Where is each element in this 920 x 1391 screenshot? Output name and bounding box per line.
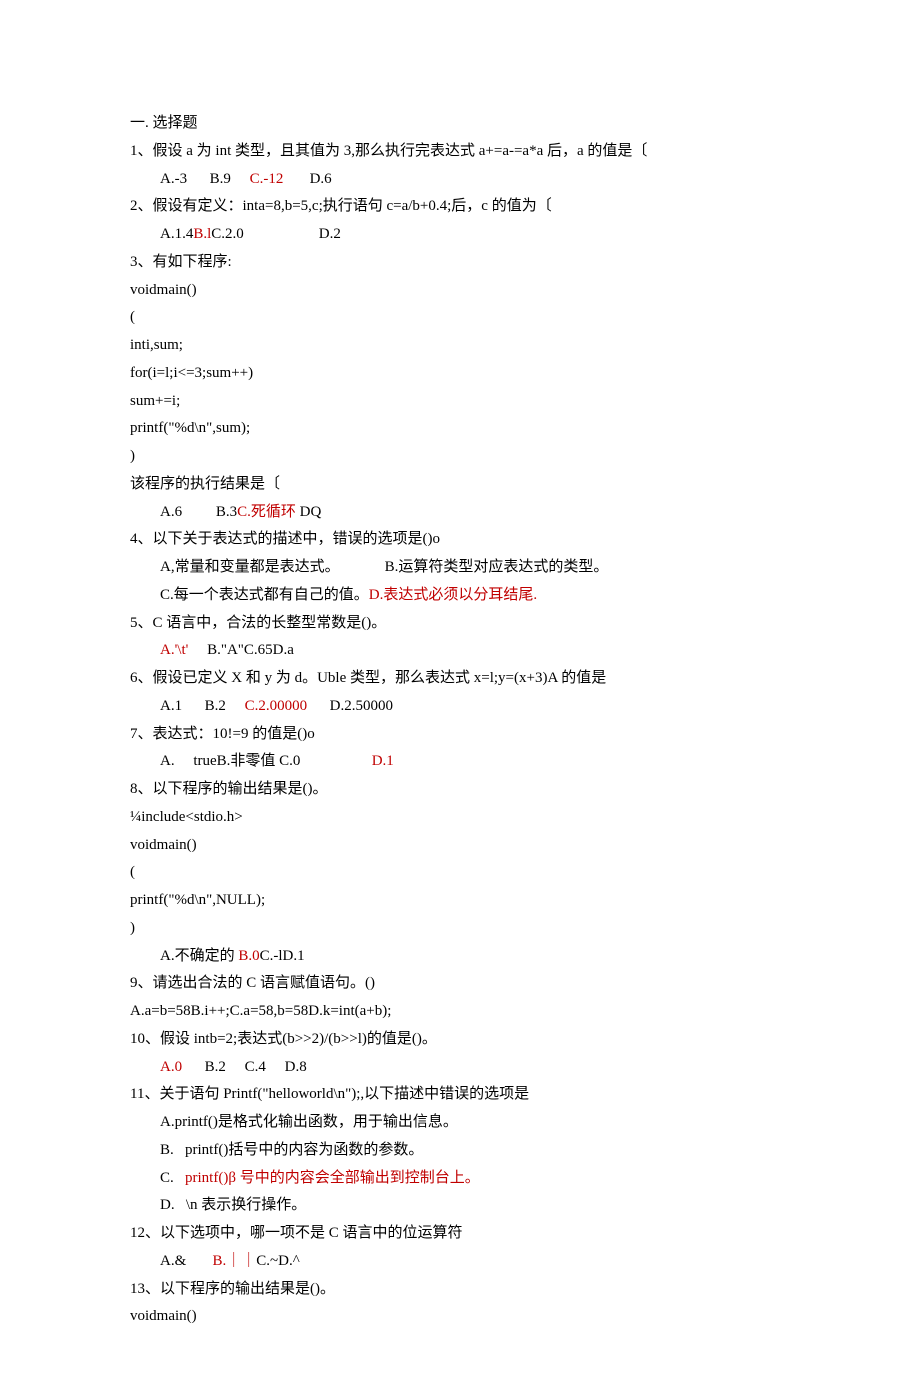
q3-code-line: voidmain(): [130, 277, 790, 305]
q10-option-d: D.8: [285, 1059, 307, 1075]
question-3-options: A.6 B.3C.死循环 DQ: [130, 499, 790, 527]
q1-option-c: C.-12: [250, 171, 284, 187]
question-4: 4、以下关于表达式的描述中，错误的选项是()o: [130, 526, 790, 554]
q11-b-prefix: B.: [160, 1142, 174, 1158]
q2-option-a: A.1.4: [160, 226, 193, 242]
q11-option-c: printf()β 号中的内容会全部输出到控制台上。: [185, 1170, 480, 1186]
question-2-options: A.1.4B.lC.2.0 D.2: [130, 221, 790, 249]
q5-option-rest: B."A"C.65D.a: [207, 642, 294, 658]
q5-option-a: A.'\t': [160, 642, 188, 658]
q10-option-b: B.2: [205, 1059, 226, 1075]
q3-option-c: C.死循环: [237, 504, 296, 520]
q11-option-b: printf()括号中的内容为函数的参数。: [185, 1142, 423, 1158]
question-1-options: A.-3 B.9 C.-12 D.6: [130, 166, 790, 194]
question-12-options: A.& B.｜｜C.~D.^: [130, 1248, 790, 1276]
question-10-options: A.0 B.2 C.4 D.8: [130, 1054, 790, 1082]
q3-option-d: DQ: [296, 504, 321, 520]
question-11: 11、关于语句 Printf("helloworld\n");,以下描述中错误的…: [130, 1081, 790, 1109]
question-4-row1: A,常量和变量都是表达式。 B.运算符类型对应表达式的类型。: [130, 554, 790, 582]
q11-option-d-row: D. \n 表示换行操作。: [130, 1192, 790, 1220]
question-6: 6、假设已定义 X 和 y 为 d。Uble 类型，那么表达式 x=l;y=(x…: [130, 665, 790, 693]
question-1: 1、假设 a 为 int 类型，且其值为 3,那么执行完表达式 a+=a-=a*…: [130, 138, 790, 166]
question-2: 2、假设有定义：inta=8,b=5,c;执行语句 c=a/b+0.4;后，c …: [130, 193, 790, 221]
q8-code-line: voidmain(): [130, 832, 790, 860]
question-6-options: A.1 B.2 C.2.00000 D.2.50000: [130, 693, 790, 721]
q7-option-ab: trueB.非零值 C.0: [193, 753, 300, 769]
q8-code-line: printf("%d\n",NULL);: [130, 887, 790, 915]
q6-option-d: D.2.50000: [330, 698, 393, 714]
q11-option-b-row: B. printf()括号中的内容为函数的参数。: [130, 1137, 790, 1165]
section-heading: 一. 选择题: [130, 110, 790, 138]
q13-code-line: voidmain(): [130, 1303, 790, 1331]
q8-option-a: A.不确定的: [160, 948, 238, 964]
question-8-options: A.不确定的 B.0C.-lD.1: [130, 943, 790, 971]
q6-option-b: B.2: [205, 698, 226, 714]
q1-option-a: A.-3: [160, 171, 187, 187]
q3-code-line: (: [130, 304, 790, 332]
question-7-options: A. trueB.非零值 C.0 D.1: [130, 748, 790, 776]
q10-option-a: A.0: [160, 1059, 182, 1075]
q4-option-a: A,常量和变量都是表达式。: [160, 559, 340, 575]
q6-option-c: C.2.00000: [245, 698, 308, 714]
q11-c-prefix: C.: [160, 1170, 174, 1186]
q6-option-a: A.1: [160, 698, 182, 714]
q3-code-line: for(i=l;i<=3;sum++): [130, 360, 790, 388]
q3-result-text: 该程序的执行结果是〔: [130, 471, 790, 499]
q2-option-d: D.2: [319, 226, 341, 242]
q8-option-b: B.0: [238, 948, 259, 964]
q3-option-b: B.3: [216, 504, 237, 520]
q8-code-line: ): [130, 915, 790, 943]
q1-option-b: B.9: [210, 171, 231, 187]
question-10: 10、假设 intb=2;表达式(b>>2)/(b>>l)的值是()。: [130, 1026, 790, 1054]
q11-d-prefix: D.: [160, 1197, 175, 1213]
q7-option-a: A.: [160, 753, 175, 769]
q8-code-line: ¼include<stdio.h>: [130, 804, 790, 832]
q8-option-rest: C.-lD.1: [260, 948, 305, 964]
q2-option-c: C.2.0: [211, 226, 244, 242]
q4-option-c: C.每一个表达式都有自己的值。: [160, 587, 369, 603]
q12-option-a: A.&: [160, 1253, 186, 1269]
q3-code-line: sum+=i;: [130, 388, 790, 416]
question-13: 13、以下程序的输出结果是()。: [130, 1276, 790, 1304]
q3-code-line: printf("%d\n",sum);: [130, 415, 790, 443]
q8-code-line: (: [130, 859, 790, 887]
question-9: 9、请选出合法的 C 语言赋值语句。(): [130, 970, 790, 998]
q11-option-a: A.printf()是格式化输出函数，用于输出信息。: [130, 1109, 790, 1137]
question-4-row2: C.每一个表达式都有自己的值。D.表达式必须以分耳结尾.: [130, 582, 790, 610]
q1-option-d: D.6: [310, 171, 332, 187]
q11-option-d: \n 表示换行操作。: [186, 1197, 306, 1213]
question-5: 5、C 语言中，合法的长整型常数是()。: [130, 610, 790, 638]
q11-option-c-row: C. printf()β 号中的内容会全部输出到控制台上。: [130, 1165, 790, 1193]
q3-code-line: inti,sum;: [130, 332, 790, 360]
q10-option-c: C.4: [245, 1059, 266, 1075]
question-3: 3、有如下程序:: [130, 249, 790, 277]
question-12: 12、以下选项中，哪一项不是 C 语言中的位运算符: [130, 1220, 790, 1248]
question-7: 7、表达式：10!=9 的值是()o: [130, 721, 790, 749]
q3-code-line: ): [130, 443, 790, 471]
page-content: 一. 选择题 1、假设 a 为 int 类型，且其值为 3,那么执行完表达式 a…: [0, 0, 920, 1391]
q4-option-b: B.运算符类型对应表达式的类型。: [385, 559, 609, 575]
question-5-options: A.'\t' B."A"C.65D.a: [130, 637, 790, 665]
q2-option-b: B.l: [193, 226, 211, 242]
q3-option-a: A.6: [160, 504, 182, 520]
q7-option-d: D.1: [372, 753, 394, 769]
q12-option-b: B.｜｜: [213, 1253, 257, 1269]
question-9-options: A.a=b=58B.i++;C.a=58,b=58D.k=int(a+b);: [130, 998, 790, 1026]
q4-option-d: D.表达式必须以分耳结尾.: [369, 587, 537, 603]
q12-option-rest: C.~D.^: [256, 1253, 300, 1269]
question-8: 8、以下程序的输出结果是()。: [130, 776, 790, 804]
